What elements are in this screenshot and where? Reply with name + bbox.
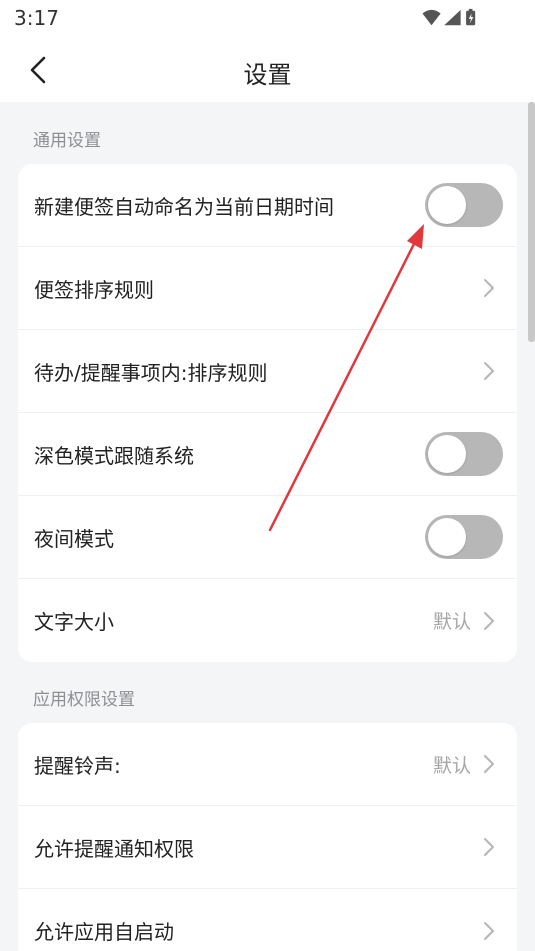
- setting-label: 允许提醒通知权限: [34, 836, 194, 861]
- ringtone-value: 默认: [432, 754, 471, 777]
- chevron-right-icon: [484, 838, 494, 856]
- setting-label: 便签排序规则: [34, 277, 154, 302]
- setting-label: 待办/提醒事项内:排序规则: [34, 360, 268, 385]
- font-size-value: 默认: [432, 611, 471, 633]
- setting-row-font-size[interactable]: 文字大小 默认: [18, 579, 517, 662]
- page-title: 设置: [243, 61, 292, 89]
- setting-row-notification-permission[interactable]: 允许提醒通知权限: [18, 806, 517, 889]
- night-mode-toggle[interactable]: [425, 515, 503, 559]
- setting-label: 提醒铃声:: [34, 753, 121, 778]
- chevron-right-icon: [484, 362, 494, 380]
- toggle-knob: [428, 435, 466, 473]
- dark-follow-system-toggle[interactable]: [425, 432, 503, 476]
- setting-row-note-sort[interactable]: 便签排序规则: [18, 247, 517, 330]
- status-bar: 3:17: [0, 0, 535, 38]
- section-title-general: 通用设置: [33, 131, 101, 151]
- wifi-icon: [422, 9, 441, 26]
- section-title-permissions: 应用权限设置: [33, 690, 135, 710]
- chevron-right-icon: [484, 279, 494, 297]
- setting-row-reminder-ringtone[interactable]: 提醒铃声: 默认: [18, 723, 517, 806]
- setting-row-todo-sort[interactable]: 待办/提醒事项内:排序规则: [18, 330, 517, 413]
- setting-label: 文字大小: [34, 610, 114, 634]
- battery-icon: [466, 8, 476, 26]
- general-settings-card: 新建便签自动命名为当前日期时间 便签排序规则 待办/提醒事项内:排序规则 深色模…: [18, 164, 517, 662]
- setting-label: 新建便签自动命名为当前日期时间: [34, 194, 334, 219]
- setting-row-auto-name[interactable]: 新建便签自动命名为当前日期时间: [18, 164, 517, 247]
- scrollbar[interactable]: [528, 102, 535, 342]
- setting-row-night-mode[interactable]: 夜间模式: [18, 496, 517, 579]
- setting-row-auto-start[interactable]: 允许应用自启动: [18, 889, 517, 951]
- chevron-right-icon: [484, 755, 494, 773]
- chevron-right-icon: [484, 611, 494, 630]
- chevron-right-icon: [484, 921, 494, 940]
- setting-row-dark-follow-system[interactable]: 深色模式跟随系统: [18, 413, 517, 496]
- status-icons: [422, 8, 476, 26]
- setting-label: 夜间模式: [34, 526, 114, 551]
- auto-name-toggle[interactable]: [425, 183, 503, 227]
- toggle-knob: [428, 186, 466, 224]
- setting-label: 允许应用自启动: [34, 920, 174, 944]
- status-time: 3:17: [14, 6, 59, 30]
- app-header: 设置: [0, 38, 535, 102]
- permission-settings-card: 提醒铃声: 默认 允许提醒通知权限 允许应用自启动: [18, 723, 517, 951]
- signal-icon: [444, 9, 461, 26]
- setting-label: 深色模式跟随系统: [34, 443, 194, 468]
- toggle-knob: [428, 518, 466, 556]
